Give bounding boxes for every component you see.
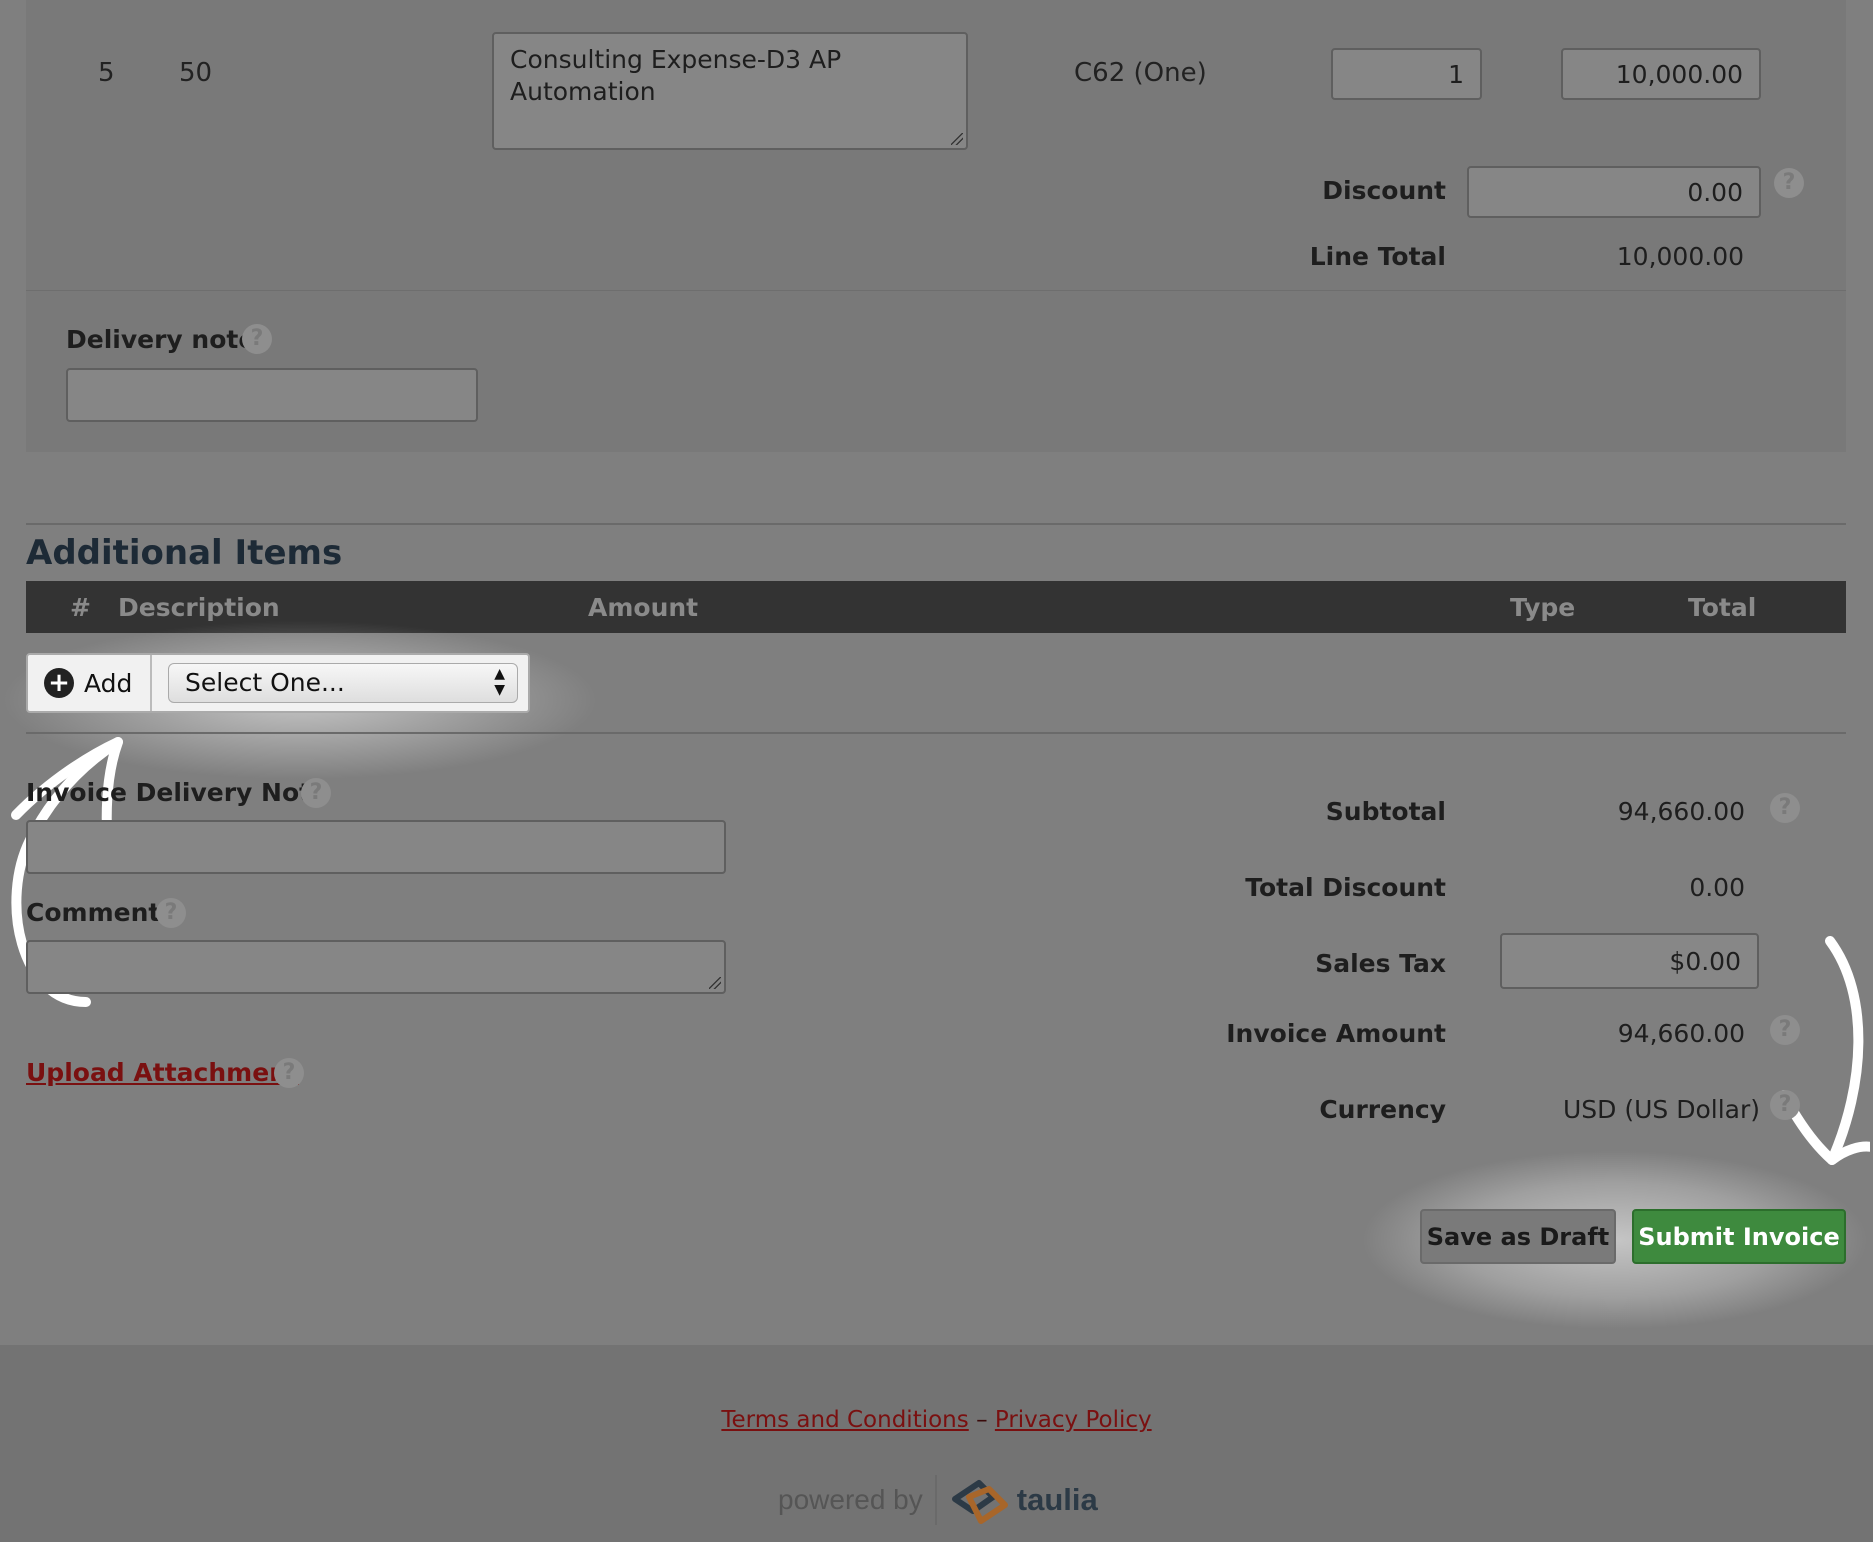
line-unit: C62 (One) — [1074, 58, 1207, 88]
subtotal-label: Subtotal — [1325, 797, 1446, 826]
sales-tax-label: Sales Tax — [1315, 949, 1446, 978]
line-total-value: 10,000.00 — [1616, 242, 1744, 271]
comment-label: Comment — [26, 898, 161, 927]
line-description-text: Consulting Expense-D3 AP Automation — [510, 45, 842, 106]
column-header-total: Total — [1688, 593, 1757, 622]
column-header-amount: Amount — [588, 593, 699, 622]
price-value: 10,000.00 — [1615, 59, 1743, 89]
help-icon[interactable]: ? — [301, 778, 331, 808]
currency-value: USD (US Dollar) — [1562, 1095, 1760, 1124]
upload-attachment-link[interactable]: Upload Attachment — [26, 1058, 299, 1087]
line-total-label: Line Total — [1309, 242, 1446, 271]
invoice-amount-value: 94,660.00 — [1617, 1019, 1745, 1048]
subtotal-value: 94,660.00 — [1617, 797, 1745, 826]
price-input[interactable]: 10,000.00 — [1561, 48, 1761, 100]
powered-by-text: powered by — [778, 1484, 923, 1515]
invoice-amount-label: Invoice Amount — [1226, 1019, 1446, 1048]
total-discount-value: 0.00 — [1689, 873, 1745, 902]
help-icon[interactable]: ? — [274, 1058, 304, 1088]
section-divider — [26, 523, 1846, 525]
sales-tax-value: $0.00 — [1669, 946, 1741, 976]
discount-value: 0.00 — [1687, 177, 1743, 207]
add-item-control: + Add Select One... ▲ ▼ — [26, 653, 530, 713]
powered-by: powered by taulia — [778, 1475, 1098, 1525]
help-icon[interactable]: ? — [1774, 168, 1804, 198]
line-description-textarea[interactable]: Consulting Expense-D3 AP Automation — [492, 32, 968, 150]
item-type-select[interactable]: Select One... ▲ ▼ — [168, 663, 518, 703]
help-icon[interactable]: ? — [156, 898, 186, 928]
sales-tax-input[interactable]: $0.00 — [1500, 933, 1759, 989]
quantity-value: 1 — [1448, 59, 1464, 89]
help-icon[interactable]: ? — [242, 324, 272, 354]
resize-grip-icon[interactable] — [709, 977, 721, 989]
additional-items-title: Additional Items — [26, 533, 343, 573]
total-discount-label: Total Discount — [1245, 873, 1446, 902]
taulia-logo-icon — [951, 1480, 1008, 1524]
annotation-arrow-right — [1779, 936, 1870, 1165]
footer: Terms and Conditions – Privacy Policy po… — [0, 1345, 1873, 1542]
delivery-note-input[interactable] — [66, 368, 478, 422]
quantity-input[interactable]: 1 — [1331, 48, 1482, 100]
section-divider — [26, 732, 1846, 734]
column-header-description: Description — [118, 593, 280, 622]
invoice-delivery-note-label: Invoice Delivery Note — [26, 778, 329, 807]
discount-input[interactable]: 0.00 — [1467, 166, 1761, 218]
footer-links: Terms and Conditions – Privacy Policy — [0, 1407, 1873, 1433]
line-number: 5 — [98, 58, 115, 88]
comment-textarea[interactable] — [26, 940, 726, 994]
submit-invoice-button[interactable]: Submit Invoice — [1632, 1209, 1846, 1264]
privacy-link[interactable]: Privacy Policy — [995, 1407, 1152, 1433]
upload-attachment-label: Upload Attachment — [26, 1058, 299, 1087]
column-header-type: Type — [1510, 593, 1576, 622]
panel-divider — [26, 290, 1846, 291]
delivery-note-label: Delivery note — [66, 325, 256, 354]
terms-link[interactable]: Terms and Conditions — [721, 1407, 968, 1433]
currency-label: Currency — [1319, 1095, 1446, 1124]
add-item-button[interactable]: + Add — [28, 655, 152, 711]
add-item-label: Add — [84, 668, 133, 698]
discount-label: Discount — [1322, 176, 1446, 205]
invoice-delivery-note-input[interactable] — [26, 820, 726, 874]
line-code: 50 — [179, 58, 213, 88]
help-icon[interactable]: ? — [1770, 1090, 1800, 1120]
powered-by-divider — [934, 1475, 937, 1525]
resize-grip-icon[interactable] — [951, 133, 963, 145]
plus-circle-icon: + — [44, 668, 74, 698]
help-icon[interactable]: ? — [1770, 1015, 1800, 1045]
save-draft-button[interactable]: Save as Draft — [1420, 1209, 1616, 1264]
help-icon[interactable]: ? — [1770, 793, 1800, 823]
taulia-brand: taulia — [1016, 1482, 1098, 1517]
item-type-select-value: Select One... — [185, 668, 345, 697]
select-arrows-icon: ▲ ▼ — [494, 666, 505, 698]
column-header-number: # — [70, 593, 91, 622]
footer-separator: – — [976, 1407, 988, 1433]
